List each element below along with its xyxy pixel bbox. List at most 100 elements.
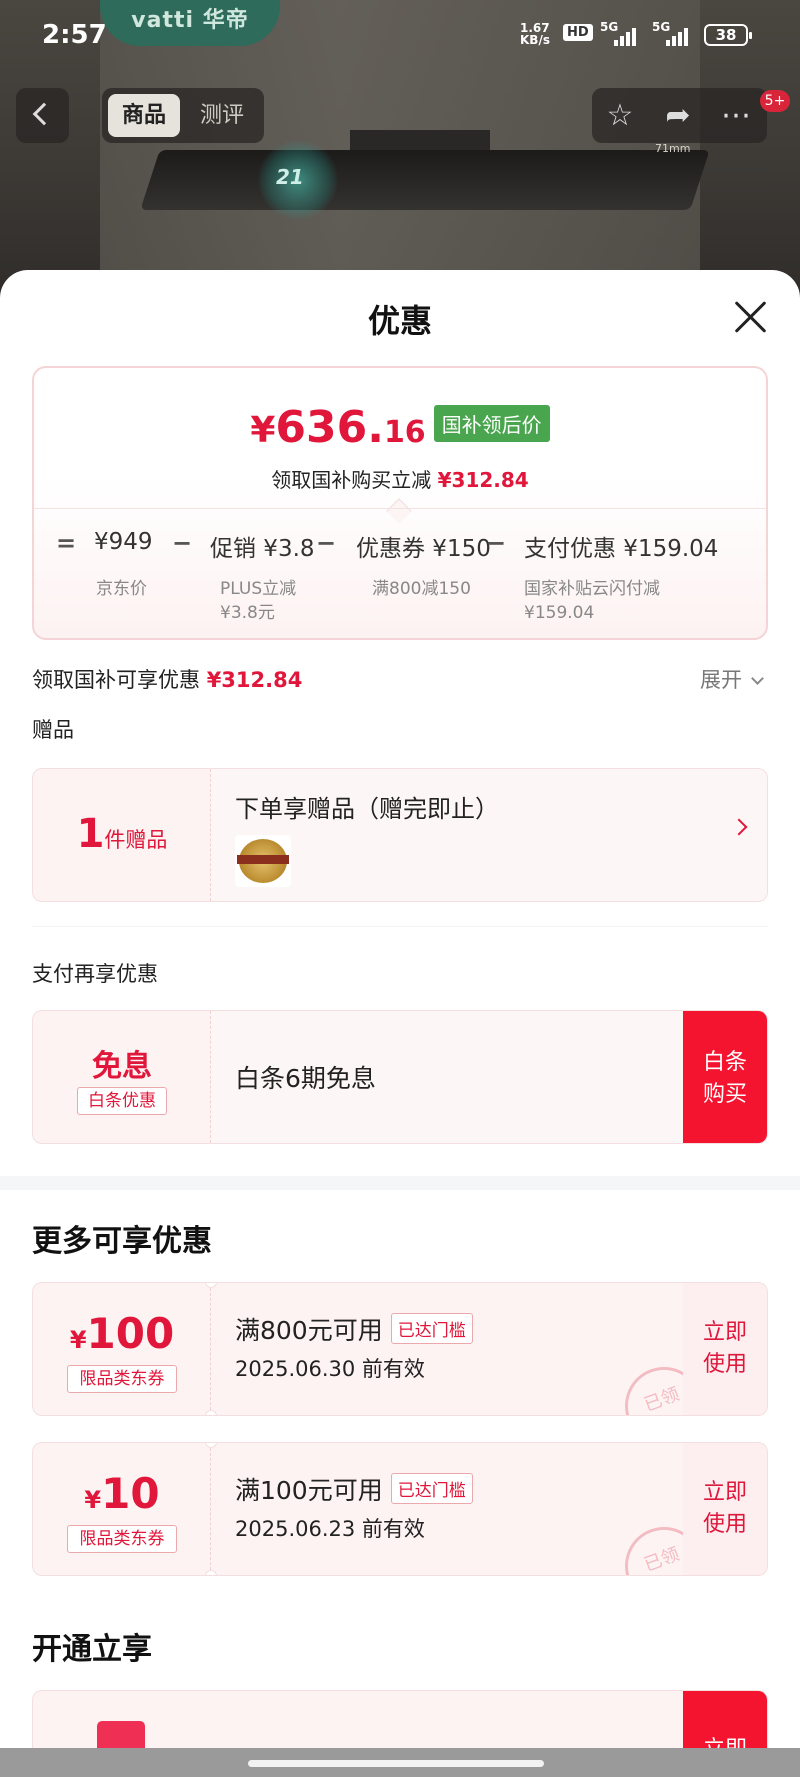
message-badge: 5+ xyxy=(760,90,790,112)
hd-icon: HD xyxy=(563,24,593,41)
baitiao-buy-line2: 购买 xyxy=(702,1082,747,1107)
gift-section-label: 赠品 xyxy=(32,718,74,742)
coupon-condition: 满800元可用 xyxy=(235,1316,383,1345)
open-now-button[interactable]: 立即 xyxy=(683,1691,767,1750)
baitiao-tag: 白条优惠 xyxy=(77,1087,167,1115)
save-line: 领取国补购买立减 ¥312.84 xyxy=(34,464,766,493)
nav-tabs: 商品 测评 xyxy=(102,88,264,143)
coupon-title: 满800元可用 已达门槛 xyxy=(235,1311,473,1347)
threshold-badge: 已达门槛 xyxy=(390,1313,473,1344)
use-coupon-button[interactable]: 立即 使用 xyxy=(683,1283,767,1415)
price-summary-card: ¥636.16 国补领后价 领取国补购买立减 ¥312.84 = ¥949 京东价… xyxy=(32,366,768,640)
gift-thumbnail xyxy=(235,835,291,887)
use-line2: 使用 xyxy=(702,1512,747,1537)
gov-subsidy-amount: ¥312.84 xyxy=(206,668,303,692)
pay-label-line1: 国家补贴云闪付减 xyxy=(524,579,660,599)
gov-subsidy-row: 领取国补可享优惠 ¥312.84 xyxy=(32,664,302,694)
sheet-title: 优惠 xyxy=(367,302,432,340)
use-line1: 立即 xyxy=(702,1480,747,1505)
membership-card-icon xyxy=(97,1721,145,1750)
section-divider xyxy=(0,1176,800,1190)
baitiao-buy-button[interactable]: 白条 购买 xyxy=(683,1011,767,1143)
minus-sign: − xyxy=(172,529,193,557)
gift-medal-ribbon xyxy=(237,855,289,864)
range-hood-image xyxy=(140,130,710,240)
coupon-label: 满800减150 xyxy=(372,579,471,599)
expand-label: 展开 xyxy=(700,668,742,692)
home-indicator[interactable] xyxy=(248,1760,544,1767)
jd-price: ¥949 xyxy=(94,529,153,555)
price-decimal: 16 xyxy=(383,415,426,450)
coupon-notch-bottom xyxy=(205,1570,217,1575)
net-speed: 1.67 KB/s xyxy=(520,22,550,46)
divider xyxy=(32,926,768,927)
membership-card: 立即 xyxy=(32,1690,768,1750)
promo-label-line2: ¥3.8元 xyxy=(220,603,275,623)
tab-product[interactable]: 商品 xyxy=(108,94,180,137)
pay-label-line2: ¥159.04 xyxy=(524,603,595,623)
coupon-category-tag: 限品类东券 xyxy=(67,1525,177,1553)
price-currency: ¥ xyxy=(250,410,276,451)
status-time: 2:57 xyxy=(42,20,107,50)
favorite-star-icon[interactable]: ☆ xyxy=(600,96,640,136)
coupon-amount: ¥100 xyxy=(33,1309,211,1358)
pay-more-section-label: 支付再享优惠 xyxy=(32,962,158,986)
range-hood-chimney xyxy=(350,130,490,150)
tab-review[interactable]: 测评 xyxy=(186,94,258,137)
more-icon[interactable]: ⋯ xyxy=(716,96,756,136)
close-icon[interactable] xyxy=(730,296,772,338)
pay-discount: 支付优惠 ¥159.04 xyxy=(524,536,719,562)
baitiao-card-left: 免息 白条优惠 xyxy=(33,1011,211,1143)
coupon-category-tag: 限品类东券 xyxy=(67,1365,177,1393)
minus-sign: − xyxy=(316,529,337,557)
promo-discount: 促销 ¥3.8 xyxy=(210,536,315,562)
gift-card[interactable]: 1件赠品 下单享赠品（赠完即止） xyxy=(32,768,768,902)
gift-card-right: 下单享赠品（赠完即止） xyxy=(211,769,767,901)
coupon-expiry: 2025.06.30 前有效 xyxy=(235,1357,425,1381)
gift-count-number: 1 xyxy=(76,811,105,857)
coupon-currency: ¥ xyxy=(69,1326,87,1354)
coupon-left: ¥10 限品类东券 xyxy=(33,1443,211,1575)
share-icon[interactable]: ➦ xyxy=(658,96,698,136)
chevron-left-icon xyxy=(32,102,56,126)
interest-free-label: 免息 xyxy=(92,1049,152,1084)
gov-subsidy-label: 领取国补可享优惠 xyxy=(32,668,200,692)
save-amount: ¥312.84 xyxy=(437,468,529,492)
threshold-badge: 已达门槛 xyxy=(390,1473,473,1504)
use-line2: 使用 xyxy=(702,1352,747,1377)
dimension-label: 71mm xyxy=(655,142,691,155)
promo-label: PLUS立减 ¥3.8元 xyxy=(220,577,296,625)
use-line1: 立即 xyxy=(702,1320,747,1345)
coupon-card-1: ¥100 限品类东券 满800元可用 已达门槛 2025.06.30 前有效 已领… xyxy=(32,1282,768,1416)
coupon-discount: 优惠券 ¥150 xyxy=(356,536,491,562)
coupon-notch-bottom xyxy=(205,1410,217,1415)
baitiao-title: 白条6期免息 xyxy=(235,1064,376,1093)
chevron-right-icon xyxy=(730,818,748,836)
minus-sign: − xyxy=(486,529,507,557)
baitiao-buy-line1: 白条 xyxy=(702,1050,747,1075)
promo-label-line1: PLUS立减 xyxy=(220,579,297,599)
use-coupon-button[interactable]: 立即 使用 xyxy=(683,1443,767,1575)
nav-actions: ☆ ➦ ⋯ xyxy=(592,88,767,143)
coupon-amount: ¥10 xyxy=(33,1469,211,1518)
jd-price-label: 京东价 xyxy=(96,579,147,599)
chevron-down-icon xyxy=(750,672,764,685)
gift-count-unit: 件赠品 xyxy=(104,828,168,852)
coupon-left: ¥100 限品类东券 xyxy=(33,1283,211,1415)
signal-bars-2-icon xyxy=(666,26,696,46)
gov-subsidy-price-tag: 国补领后价 xyxy=(433,405,550,442)
more-discounts-title: 更多可享优惠 xyxy=(32,1224,212,1259)
coupon-card-2: ¥10 限品类东券 满100元可用 已达门槛 2025.06.23 前有效 已领 … xyxy=(32,1442,768,1576)
discount-sheet: 优惠 ¥636.16 国补领后价 领取国补购买立减 ¥312.84 = ¥949 … xyxy=(0,270,800,1750)
pay-label: 国家补贴云闪付减 ¥159.04 xyxy=(524,577,660,625)
final-price: ¥636.16 国补领后价 xyxy=(34,402,766,453)
expand-button[interactable]: 展开 xyxy=(700,664,764,694)
gift-title: 下单享赠品（赠完即止） xyxy=(235,795,499,823)
gift-count: 1件赠品 xyxy=(33,811,211,857)
back-button[interactable] xyxy=(16,88,69,143)
baitiao-card: 免息 白条优惠 白条6期免息 白条 购买 xyxy=(32,1010,768,1144)
coupon-value: 10 xyxy=(101,1469,160,1518)
range-hood-body xyxy=(140,150,710,210)
coupon-expiry: 2025.06.23 前有效 xyxy=(235,1517,425,1541)
coupon-condition: 满100元可用 xyxy=(235,1476,383,1505)
